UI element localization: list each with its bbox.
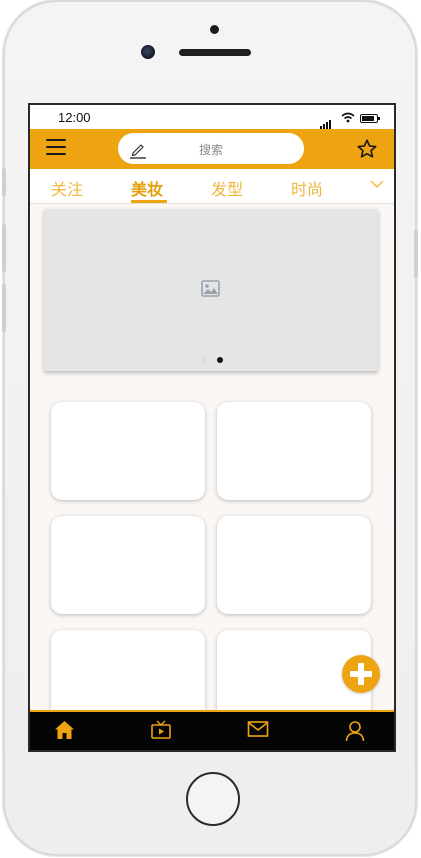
front-camera xyxy=(141,45,155,59)
image-icon xyxy=(201,280,220,297)
home-button[interactable] xyxy=(186,772,240,826)
chevron-down-icon[interactable] xyxy=(370,179,384,189)
top-app-bar: 搜索 xyxy=(30,129,394,169)
bottom-navigation xyxy=(30,710,394,750)
feed-card-3[interactable] xyxy=(51,516,205,614)
search-input[interactable]: 搜索 xyxy=(118,133,304,164)
proximity-sensor xyxy=(210,25,219,34)
mute-switch xyxy=(2,168,6,196)
carousel-dot-2[interactable] xyxy=(217,357,223,363)
feed-card-2[interactable] xyxy=(217,402,371,500)
mail-icon[interactable] xyxy=(247,720,269,738)
status-bar: 12:00 xyxy=(30,105,394,129)
volume-down-button xyxy=(2,284,6,332)
battery-icon xyxy=(360,114,380,123)
power-button xyxy=(414,230,418,278)
active-tab-indicator xyxy=(131,200,167,203)
home-icon[interactable] xyxy=(54,720,75,740)
star-icon[interactable] xyxy=(356,138,378,160)
carousel-dot-1[interactable] xyxy=(201,357,207,363)
add-post-button[interactable] xyxy=(342,655,380,693)
search-placeholder: 搜索 xyxy=(198,143,223,157)
status-time: 12:00 xyxy=(58,110,91,125)
tab-follow[interactable]: 关注 xyxy=(51,176,83,200)
tab-makeup[interactable]: 美妆 xyxy=(131,176,163,200)
feed-card-1[interactable] xyxy=(51,402,205,500)
tab-fashion[interactable]: 时尚 xyxy=(291,176,323,200)
earpiece-speaker xyxy=(179,49,251,56)
category-tabs: 关注 美妆 发型 时尚 xyxy=(30,169,394,204)
wifi-icon xyxy=(341,112,355,123)
banner-carousel[interactable] xyxy=(44,209,378,371)
app-screen: 12:00 搜索 关注 美妆 发型 时尚 xyxy=(30,105,394,750)
feed-card-4[interactable] xyxy=(217,516,371,614)
menu-icon[interactable] xyxy=(46,139,66,157)
tv-icon[interactable] xyxy=(150,720,172,740)
volume-up-button xyxy=(2,224,6,272)
user-icon[interactable] xyxy=(345,720,365,742)
battery-level xyxy=(362,116,374,121)
tab-hairstyle[interactable]: 发型 xyxy=(211,176,243,200)
signal-icon xyxy=(320,114,332,129)
